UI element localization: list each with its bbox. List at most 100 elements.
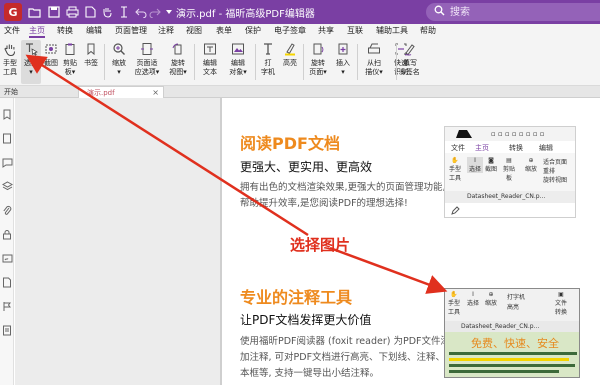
select-button[interactable]: 选择 ▾ — [21, 40, 41, 84]
highlight-button[interactable]: 高亮 — [280, 40, 300, 84]
search-input[interactable] — [450, 5, 590, 19]
rotate-view-button[interactable]: 旋转 视图▾ — [166, 40, 190, 84]
menu-accessibility-tools[interactable]: 辅助工具 — [376, 24, 408, 38]
thumb-menu-item: 编辑 — [539, 144, 553, 152]
thumb-toolbar-icons: ▫ ▫ ▫ ▫ ▫ ▫ ▫ ▫ — [491, 130, 545, 138]
menu-protect[interactable]: 保护 — [245, 24, 261, 38]
clipboard-icon — [62, 41, 78, 57]
thumb-title-bar: ▫ ▫ ▫ ▫ ▫ ▫ ▫ ▫ — [445, 127, 575, 141]
document-properties-icon[interactable] — [1, 276, 13, 288]
thumb2-text-line — [449, 352, 577, 355]
hand-icon — [2, 41, 18, 57]
menu-comment[interactable]: 注释 — [158, 24, 174, 38]
zoom-icon — [111, 41, 127, 57]
menu-help[interactable]: 帮助 — [420, 24, 436, 38]
insert-button[interactable]: 插入 ▾ — [332, 40, 354, 84]
thumb-button-label: ▤ 剪贴板 — [503, 157, 516, 182]
search-icon — [434, 5, 445, 19]
edit-text-icon — [202, 41, 218, 57]
new-file-icon[interactable] — [82, 4, 98, 20]
snapshot-button[interactable]: 截图 — [42, 40, 60, 84]
menu-share[interactable]: 共享 — [318, 24, 334, 38]
document-tab-bar: 开始 演示.pdf × — [0, 86, 600, 98]
thumb-pen-icon — [451, 206, 460, 215]
fill-sign-icon — [402, 41, 418, 57]
section2-paragraph-line: 加注释, 可对PDF文档进行高亮、下划线、注释、文 — [240, 352, 455, 363]
layers-icon[interactable] — [1, 180, 13, 192]
menu-edit[interactable]: 编辑 — [86, 24, 102, 38]
fit-page-label: 页面适 应选项▾ — [134, 59, 160, 76]
security-lock-icon[interactable] — [1, 228, 13, 240]
print-icon[interactable] — [64, 4, 80, 20]
menu-home[interactable]: 主页 — [29, 24, 45, 38]
document-canvas-gutter — [15, 98, 220, 385]
hand-tool-button[interactable]: 手型 工具 — [0, 40, 20, 84]
thumb-menu-item: 主页 — [475, 144, 489, 152]
thumb-menu-item: 转换 — [509, 144, 523, 152]
bookmark-panel-icon[interactable] — [1, 108, 13, 120]
menu-file[interactable]: 文件 — [4, 24, 20, 38]
scanner-icon — [366, 41, 382, 57]
start-tab[interactable]: 开始 — [4, 86, 18, 98]
section2-paragraph-line: 使用福昕PDF阅读器 (foxit reader) 为PDF文件添 — [240, 336, 450, 347]
section2-heading: 专业的注释工具 — [240, 288, 353, 307]
typewriter-button[interactable]: 打字机 — [258, 40, 278, 84]
thumb-file-tab: Datasheet_Reader_CN.p... — [467, 193, 546, 200]
app-logo[interactable]: G — [4, 3, 22, 21]
comments-panel-icon[interactable] — [1, 156, 13, 168]
customize-dropdown-icon[interactable] — [161, 4, 177, 20]
snapshot-icon — [43, 41, 59, 57]
edit-text-button[interactable]: 编辑 文本 — [198, 40, 222, 84]
thumb2-button-label: I 选择 — [467, 291, 480, 307]
window-title: 演示.pdf - 福昕高级PDF编辑器 — [176, 9, 315, 20]
menu-form[interactable]: 表单 — [216, 24, 232, 38]
fill-sign-label: 填写 &签名 — [400, 59, 420, 76]
document-tab[interactable]: 演示.pdf × — [78, 86, 164, 98]
thumb2-highlighted-line — [449, 358, 569, 361]
rotate-page-button[interactable]: 旋转 页面▾ — [306, 40, 330, 84]
zoom-button[interactable]: 缩放 ▾ — [109, 40, 129, 84]
highlight-icon — [282, 41, 298, 57]
page-thumbnails-icon[interactable] — [1, 132, 13, 144]
open-folder-icon[interactable] — [26, 4, 42, 20]
menu-page-management[interactable]: 页面管理 — [115, 24, 147, 38]
menu-bar: 文件 主页 转换 编辑 页面管理 注释 视图 表单 保护 电子签章 共享 互联 … — [0, 24, 600, 38]
fit-page-options-button[interactable]: 页面适 应选项▾ — [131, 40, 163, 84]
attachment-icon[interactable] — [1, 204, 13, 216]
section1-heading: 阅读PDF文档 — [240, 134, 340, 153]
thumb2-toolbar-item: 高亮 — [507, 304, 520, 311]
rotate-view-icon — [170, 41, 186, 57]
selected-embedded-image[interactable]: ✋ 手型 工具 I 选择 ⊕ 缩放 打字机 高亮 ▣ 文件 转换 Datasheet_Rea… — [444, 288, 580, 378]
content-panel-icon[interactable] — [1, 324, 13, 336]
bookmark-button[interactable]: 书签 — [82, 40, 100, 84]
section2-paragraph-line: 本框等, 支持一键导出小结注释。 — [240, 368, 380, 379]
ribbon-separator — [255, 44, 256, 80]
hand-tool-icon[interactable] — [99, 4, 115, 20]
menu-e-signature[interactable]: 电子签章 — [274, 24, 306, 38]
annotation-label: 选择图片 — [290, 236, 351, 254]
save-icon[interactable] — [46, 4, 62, 20]
app-logo-image — [456, 130, 472, 138]
embedded-app-screenshot-image[interactable]: ▫ ▫ ▫ ▫ ▫ ▫ ▫ ▫ 文件 主页 转换 编辑 ✋ 手型 工具 I 选择 ◙ 截… — [444, 126, 576, 218]
from-scanner-button[interactable]: 从扫 描仪▾ — [360, 40, 388, 84]
from-scanner-label: 从扫 描仪▾ — [365, 59, 383, 76]
select-tool-icon[interactable] — [116, 4, 132, 20]
thumb-button-label: I 选择 — [467, 157, 484, 173]
thumb2-file-tab: Datasheet_Reader_CN.p... — [461, 323, 540, 330]
title-bar: G 演示.pdf - 福昕高级PDF编辑器 — [0, 0, 600, 24]
destinations-icon[interactable] — [1, 300, 13, 312]
fill-sign-button[interactable]: 填写 &签名 — [398, 40, 422, 84]
signature-panel-icon[interactable] — [1, 252, 13, 264]
clipboard-button[interactable]: 剪贴 板▾ — [60, 40, 80, 84]
edit-object-button[interactable]: 编辑 对象▾ — [224, 40, 252, 84]
search-box[interactable] — [426, 3, 600, 21]
thumb-tab-bar: Datasheet_Reader_CN.p... — [445, 191, 575, 203]
menu-connect[interactable]: 互联 — [347, 24, 363, 38]
thumb-menu-item: 文件 — [451, 144, 465, 152]
highlight-label: 高亮 — [283, 59, 297, 67]
menu-view[interactable]: 视图 — [186, 24, 202, 38]
section2-subtitle: 让PDF文档发挥更大价值 — [240, 313, 372, 327]
typewriter-label: 打字机 — [261, 59, 275, 76]
edit-object-icon — [230, 41, 246, 57]
menu-convert[interactable]: 转换 — [57, 24, 73, 38]
